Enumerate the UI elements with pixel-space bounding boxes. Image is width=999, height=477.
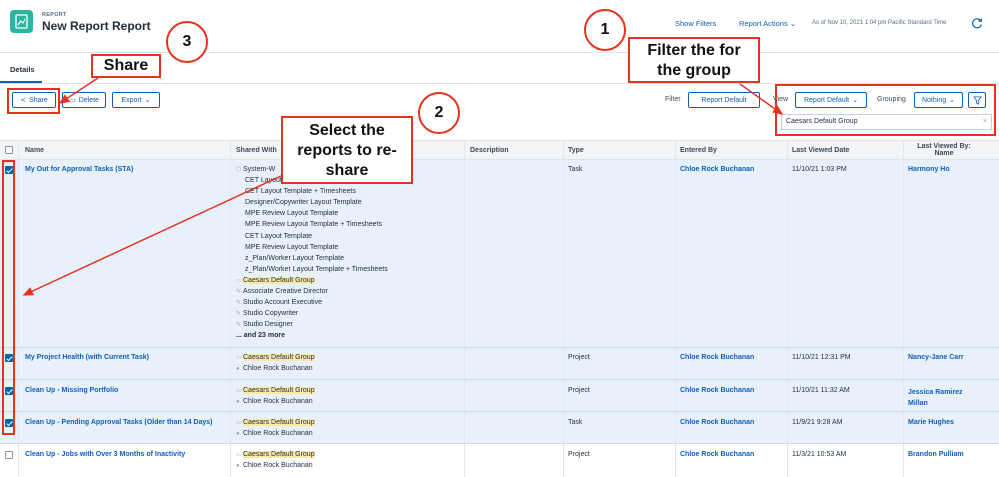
filter-callout-line1: Filter the for (647, 42, 741, 59)
select-callout-line2: reports to re- (297, 142, 397, 159)
step-3-marker: 3 (166, 21, 208, 63)
select-callout-line3: share (325, 162, 369, 179)
select-callout: Select the reports to re- share (281, 116, 413, 184)
select-callout-line1: Select the (309, 122, 385, 139)
filter-callout: Filter the for the group (628, 37, 760, 83)
filter-callout-line2: the group (657, 62, 731, 79)
share-callout: Share (91, 54, 161, 78)
step-2-marker: 2 (418, 92, 460, 134)
step-1-marker: 1 (584, 9, 626, 51)
